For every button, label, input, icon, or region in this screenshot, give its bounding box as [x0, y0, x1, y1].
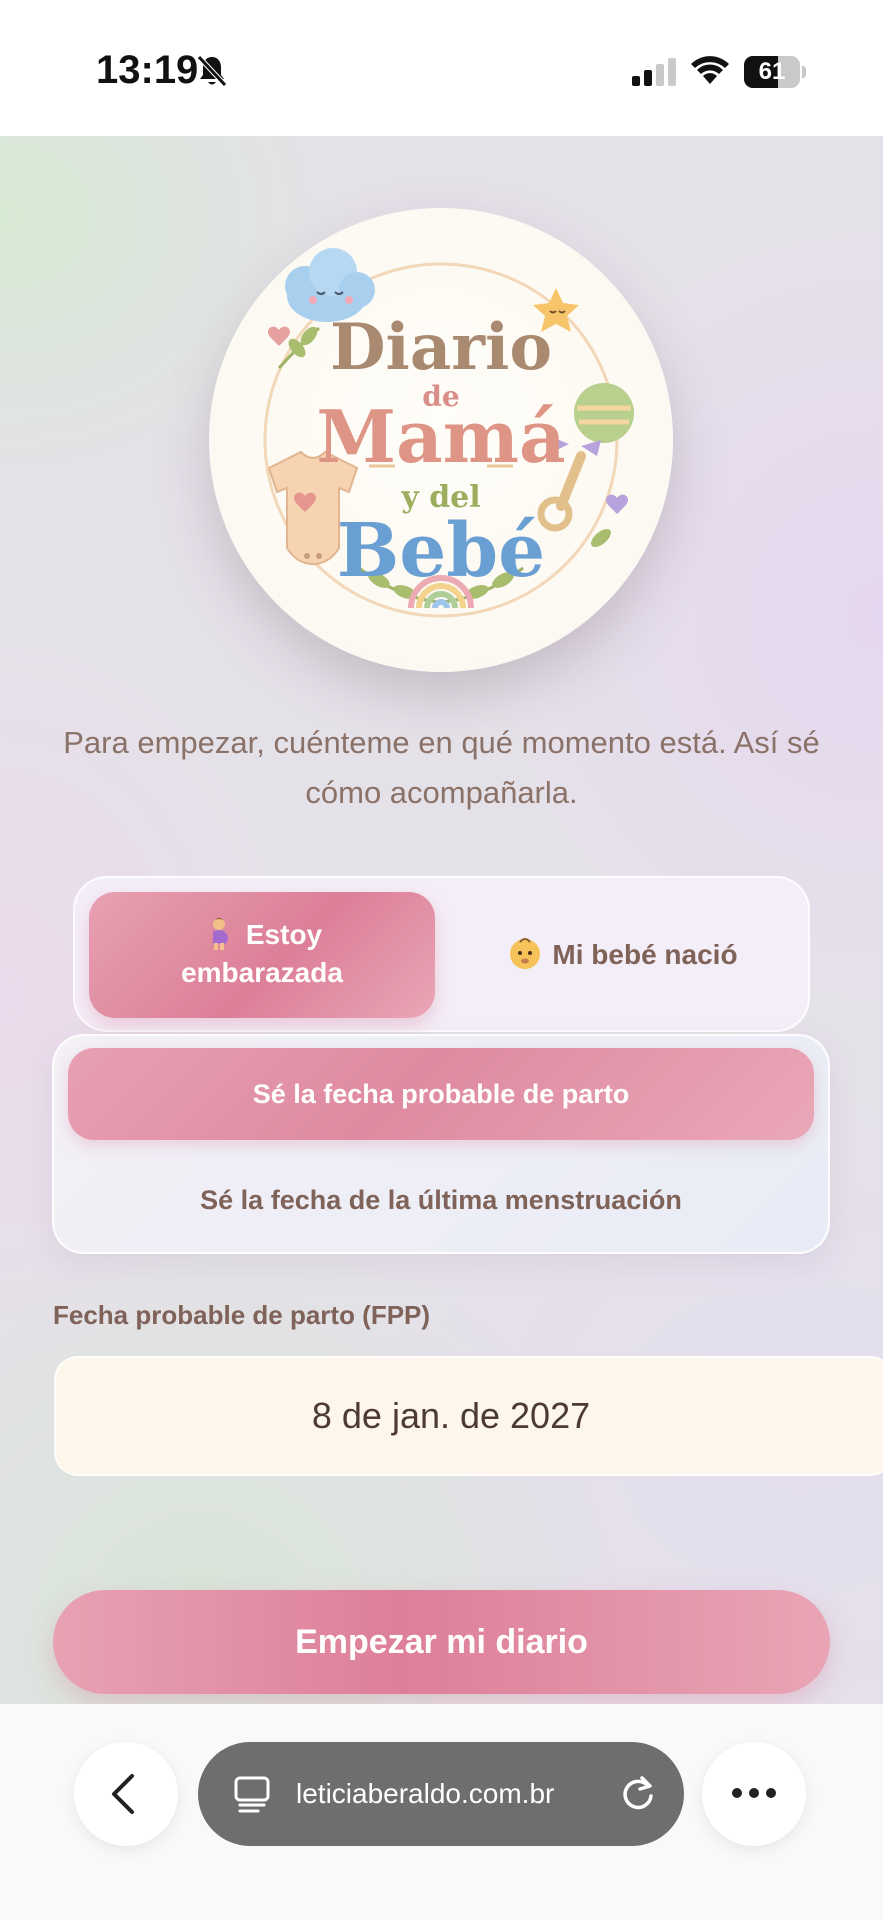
logo-title-line1: Diario: [330, 310, 552, 385]
app-content: Diario de Mamá y del Bebé Para empezar, …: [0, 136, 883, 1704]
option-pregnant-button[interactable]: Estoy embarazada: [89, 892, 435, 1018]
intro-text: Para empezar, cuénteme en qué momento es…: [63, 725, 820, 810]
wifi-icon: [691, 56, 729, 84]
option-baby-born-button[interactable]: Mi bebé nació: [447, 892, 799, 1018]
browser-more-button[interactable]: [702, 1742, 806, 1846]
pregnant-woman-emoji-icon: [212, 918, 228, 950]
due-date-input[interactable]: 8 de jan. de 2027: [54, 1356, 883, 1476]
due-date-label: Fecha probable de parto (FPP): [53, 1300, 431, 1330]
option-pregnant-label-line1: Estoy: [245, 919, 323, 950]
battery-icon: 61: [744, 56, 806, 88]
back-chevron-icon: [112, 1774, 134, 1814]
mode-selector: Estoy embarazada Mi bebé nació: [73, 876, 810, 1032]
baby-emoji-icon: [510, 938, 541, 969]
address-bar[interactable]: leticiaberaldo.com.br: [198, 1742, 684, 1846]
reload-icon[interactable]: [618, 1774, 658, 1814]
more-icon: [732, 1788, 776, 1798]
status-time: 13:19: [96, 48, 199, 92]
battery-percent: 61: [758, 58, 786, 85]
option-pregnant-label-line2: embarazada: [181, 957, 343, 988]
bell-slash-icon: [197, 55, 227, 87]
date-type-selector: Sé la fecha probable de parto Sé la fech…: [52, 1034, 830, 1254]
tabs-icon: [234, 1776, 270, 1813]
signal-icon: [632, 58, 676, 86]
option-baby-born-label: Mi bebé nació: [552, 939, 738, 970]
start-diary-button[interactable]: Empezar mi diario: [53, 1590, 830, 1694]
option-last-period-button[interactable]: Sé la fecha de la última menstruación: [68, 1158, 814, 1242]
browser-toolbar: leticiaberaldo.com.br: [0, 1704, 883, 1920]
logo-title-line5: Bebé: [336, 508, 546, 594]
app-logo: Diario de Mamá y del Bebé: [209, 208, 673, 672]
option-due-date-button[interactable]: Sé la fecha probable de parto: [68, 1048, 814, 1140]
logo-title-line3: Mamá: [316, 394, 566, 479]
status-bar: 13:19 61: [0, 0, 883, 136]
url-text: leticiaberaldo.com.br: [296, 1778, 555, 1809]
browser-back-button[interactable]: [74, 1742, 178, 1846]
